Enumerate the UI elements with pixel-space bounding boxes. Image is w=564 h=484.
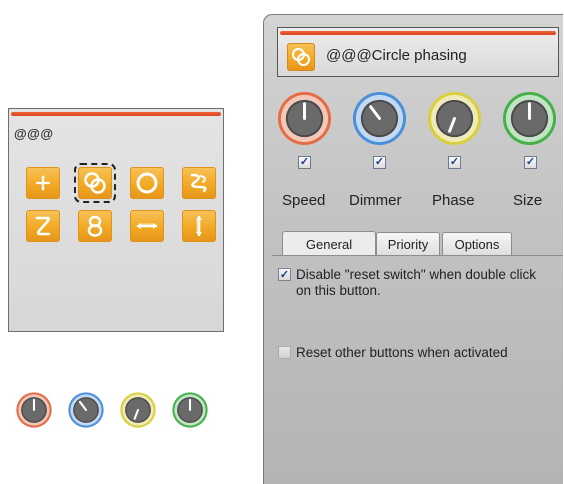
effect-button-z-shape[interactable] (26, 210, 60, 242)
phase-knob[interactable] (427, 91, 482, 146)
effect-button-figure-eight[interactable] (78, 210, 112, 242)
vertical-arrow-icon (196, 215, 202, 237)
effect-header: @@@Circle phasing (277, 27, 559, 77)
dimmer-checkbox[interactable]: ✓ (373, 156, 386, 169)
effect-button-wave[interactable] (182, 167, 216, 199)
dimmer-label: Dimmer (349, 192, 402, 209)
knob-dial-icon (16, 392, 52, 428)
header-accent-bar (280, 31, 556, 35)
figure-eight-icon (87, 215, 103, 237)
knob-dial-icon (68, 392, 104, 428)
effect-button-vertical[interactable] (182, 210, 216, 242)
size-label: Size (513, 192, 543, 209)
phase-label: Phase (432, 192, 475, 209)
speed-knob[interactable] (277, 91, 332, 146)
speed-checkbox[interactable]: ✓ (298, 156, 311, 169)
small-knob-row (15, 391, 209, 429)
tab-general[interactable]: General (282, 231, 376, 256)
effect-title: @@@Circle phasing (326, 47, 467, 64)
size-checkbox[interactable]: ✓ (524, 156, 537, 169)
phase-checkbox[interactable]: ✓ (448, 156, 461, 169)
tab-priority[interactable]: Priority (376, 232, 440, 255)
z-shape-icon (35, 216, 51, 236)
effect-button-horizontal[interactable] (130, 210, 164, 242)
effect-button-panel: @@@ (8, 108, 224, 428)
knob-dial-icon (427, 91, 482, 146)
tab-options[interactable]: Options (442, 232, 512, 255)
effect-grid (23, 163, 216, 242)
panel-title: @@@ (14, 126, 54, 141)
move-arrow-icon (35, 175, 51, 191)
circle-phasing-icon (287, 43, 315, 71)
big-knob-row (277, 91, 557, 146)
disable-reset-switch-checkbox[interactable]: ✓ (278, 268, 291, 281)
size-knob[interactable] (171, 391, 209, 429)
effect-button-circle[interactable] (130, 167, 164, 199)
effect-properties-panel: @@@Circle phasing ✓ ✓ ✓ ✓ Speed Dimmer P… (263, 14, 563, 484)
wave-icon (190, 173, 207, 193)
effect-button-circle-phasing[interactable] (74, 163, 116, 203)
circle-phasing-icon (84, 172, 106, 194)
circle-icon (136, 172, 158, 194)
phase-knob[interactable] (119, 391, 157, 429)
knob-dial-icon (277, 91, 332, 146)
effect-button-move[interactable] (26, 167, 60, 199)
speed-label: Speed (282, 192, 326, 209)
knob-dial-icon (172, 392, 208, 428)
tab-divider (272, 255, 563, 256)
knob-dial-icon (120, 392, 156, 428)
disable-reset-switch-label: Disable "reset switch" when double click… (296, 267, 536, 298)
knob-dial-icon (352, 91, 407, 146)
reset-other-buttons-label: Reset other buttons when activated (296, 345, 508, 360)
dimmer-knob[interactable] (352, 91, 407, 146)
speed-knob[interactable] (15, 391, 53, 429)
panel-accent-bar (11, 112, 221, 116)
dimmer-knob[interactable] (67, 391, 105, 429)
knob-dial-icon (502, 91, 557, 146)
horizontal-arrow-icon (136, 223, 158, 229)
reset-other-buttons-checkbox[interactable] (278, 346, 291, 359)
size-knob[interactable] (502, 91, 557, 146)
